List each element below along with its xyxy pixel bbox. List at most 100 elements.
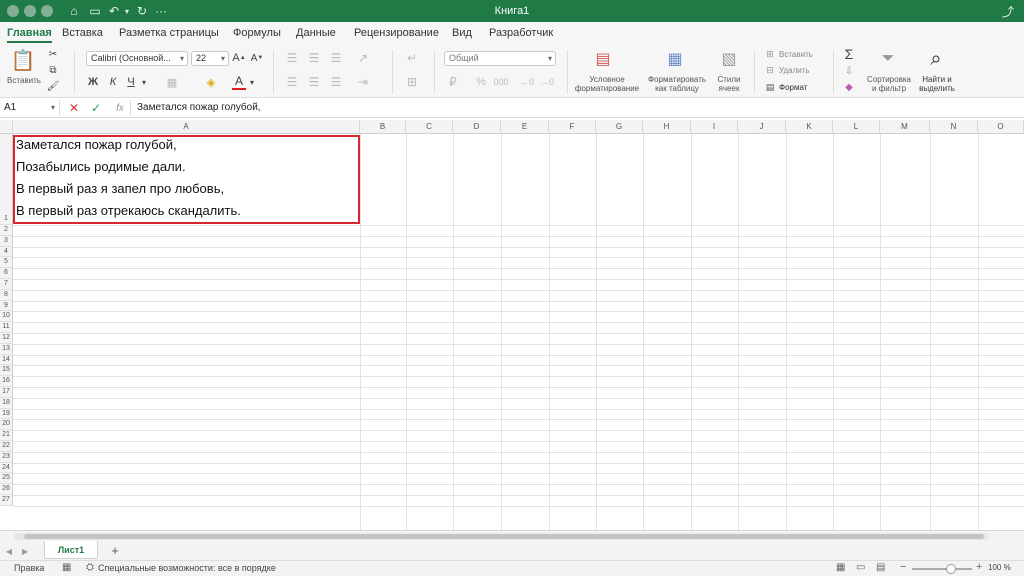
- align-left-icon[interactable]: ☰: [285, 75, 299, 89]
- orientation-icon[interactable]: ↗: [356, 51, 370, 65]
- align-top-icon[interactable]: ☰: [285, 51, 299, 65]
- row-header-22[interactable]: 22: [0, 441, 13, 452]
- more-icon[interactable]: ···: [153, 3, 169, 19]
- indent-icon[interactable]: ⇥: [356, 75, 370, 89]
- column-header-o[interactable]: O: [978, 120, 1024, 134]
- decrease-decimal-icon[interactable]: →0: [540, 75, 554, 89]
- row-header-21[interactable]: 21: [0, 430, 13, 441]
- formula-input[interactable]: Заметался пожар голубой,: [137, 101, 261, 115]
- column-header-k[interactable]: K: [786, 120, 833, 134]
- home-icon[interactable]: ⌂: [66, 3, 82, 19]
- horizontal-scrollbar-thumb[interactable]: [24, 534, 984, 539]
- tab-view[interactable]: Вид: [452, 25, 472, 43]
- column-header-i[interactable]: I: [691, 120, 738, 134]
- column-header-e[interactable]: E: [501, 120, 549, 134]
- delete-cells-button[interactable]: Удалить: [779, 66, 829, 75]
- row-header-8[interactable]: 8: [0, 289, 13, 301]
- font-name-select[interactable]: Calibri (Основной... ▾: [86, 51, 188, 66]
- close-window-icon[interactable]: [7, 5, 19, 17]
- row-header-27[interactable]: 27: [0, 495, 13, 506]
- currency-icon[interactable]: ₽: [446, 75, 460, 89]
- increase-font-icon[interactable]: A ▲: [232, 50, 246, 66]
- row-header-6[interactable]: 6: [0, 268, 13, 279]
- page-layout-view-icon[interactable]: ▭: [856, 562, 865, 573]
- row-header-19[interactable]: 19: [0, 408, 13, 420]
- zoom-out-icon[interactable]: −: [900, 561, 906, 573]
- font-size-select[interactable]: 22 ▾: [191, 51, 229, 66]
- row-header-9[interactable]: 9: [0, 300, 13, 312]
- scroll-left-icon[interactable]: ◀: [4, 545, 14, 557]
- number-format-select[interactable]: Общий ▾: [444, 51, 556, 66]
- cut-icon[interactable]: ✂: [46, 48, 60, 60]
- row-header-25[interactable]: 25: [0, 473, 13, 485]
- format-painter-icon[interactable]: 🖌: [46, 80, 60, 92]
- tab-insert[interactable]: Вставка: [62, 25, 103, 43]
- font-color-dropdown-icon[interactable]: ▾: [247, 74, 257, 90]
- format-as-table-icon[interactable]: ▦: [664, 48, 686, 70]
- name-box[interactable]: A1 ▾: [0, 100, 60, 116]
- cell-styles-label[interactable]: Стили ячеек: [710, 75, 748, 93]
- find-select-label[interactable]: Найти и выделить: [915, 75, 959, 93]
- row-header-13[interactable]: 13: [0, 343, 13, 355]
- sort-filter-label[interactable]: Сортировка и фильтр: [864, 75, 914, 93]
- row-header-15[interactable]: 15: [0, 365, 13, 377]
- share-icon[interactable]: ⤴: [1000, 3, 1016, 19]
- format-as-table-label[interactable]: Форматировать как таблицу: [643, 75, 711, 93]
- paste-icon[interactable]: 📋: [10, 48, 36, 72]
- clear-icon[interactable]: ◆: [842, 80, 856, 94]
- fill-icon[interactable]: ⇩: [842, 64, 856, 78]
- align-center-icon[interactable]: ☰: [307, 75, 321, 89]
- row-header-11[interactable]: 11: [0, 322, 13, 333]
- select-all-corner[interactable]: [0, 120, 13, 134]
- undo-dropdown-icon[interactable]: ▾: [119, 3, 135, 19]
- borders-icon[interactable]: ▦: [164, 74, 180, 90]
- column-header-m[interactable]: M: [880, 120, 930, 134]
- minimize-window-icon[interactable]: [24, 5, 36, 17]
- align-bottom-icon[interactable]: ☰: [329, 51, 343, 65]
- find-select-icon[interactable]: ⌕: [924, 46, 948, 72]
- font-color-icon[interactable]: A: [232, 74, 246, 90]
- column-header-d[interactable]: D: [453, 120, 501, 134]
- accessibility-status[interactable]: Специальные возможности: все в порядке: [98, 563, 276, 573]
- row-header-2[interactable]: 2: [0, 225, 13, 236]
- normal-view-icon[interactable]: ▦: [836, 562, 845, 573]
- align-right-icon[interactable]: ☰: [329, 75, 343, 89]
- increase-decimal-icon[interactable]: ←0: [520, 75, 534, 89]
- conditional-formatting-label[interactable]: Условное форматирование: [572, 75, 642, 93]
- tab-page-layout[interactable]: Разметка страницы: [119, 25, 219, 43]
- copy-icon[interactable]: ⧉: [46, 64, 60, 76]
- save-icon[interactable]: ▭: [87, 3, 103, 19]
- row-header-23[interactable]: 23: [0, 451, 13, 463]
- zoom-slider[interactable]: [912, 568, 972, 570]
- wrap-text-icon[interactable]: ↵: [404, 51, 420, 65]
- comma-style-icon[interactable]: 000: [493, 75, 508, 89]
- cancel-entry-icon[interactable]: ✕: [68, 100, 80, 116]
- row-header-3[interactable]: 3: [0, 235, 13, 247]
- row-header-7[interactable]: 7: [0, 279, 13, 290]
- row-header-12[interactable]: 12: [0, 333, 13, 344]
- column-header-h[interactable]: H: [643, 120, 691, 134]
- row-header-20[interactable]: 20: [0, 419, 13, 431]
- format-cells-icon[interactable]: ▤: [764, 81, 776, 93]
- format-cells-button[interactable]: Формат: [779, 83, 829, 92]
- row-header-5[interactable]: 5: [0, 257, 13, 269]
- paste-label[interactable]: Вставить: [2, 76, 46, 85]
- decrease-font-icon[interactable]: A ▼: [250, 50, 264, 66]
- horizontal-scrollbar[interactable]: [14, 533, 989, 540]
- zoom-in-icon[interactable]: +: [976, 561, 982, 573]
- row-header-16[interactable]: 16: [0, 376, 13, 387]
- add-sheet-button[interactable]: +: [108, 542, 122, 558]
- zoom-window-icon[interactable]: [41, 5, 53, 17]
- row-header-17[interactable]: 17: [0, 387, 13, 398]
- column-header-n[interactable]: N: [930, 120, 978, 134]
- scroll-right-icon[interactable]: ▶: [20, 545, 30, 557]
- percent-button[interactable]: %: [474, 75, 488, 89]
- insert-cells-icon[interactable]: ⊞: [764, 48, 776, 60]
- column-header-l[interactable]: L: [833, 120, 880, 134]
- underline-button[interactable]: Ч: [124, 74, 138, 90]
- column-header-j[interactable]: J: [738, 120, 786, 134]
- sort-filter-icon[interactable]: ⏷: [878, 48, 898, 70]
- tab-developer[interactable]: Разработчик: [489, 25, 553, 43]
- column-header-a[interactable]: A: [13, 120, 360, 134]
- row-header-10[interactable]: 10: [0, 311, 13, 323]
